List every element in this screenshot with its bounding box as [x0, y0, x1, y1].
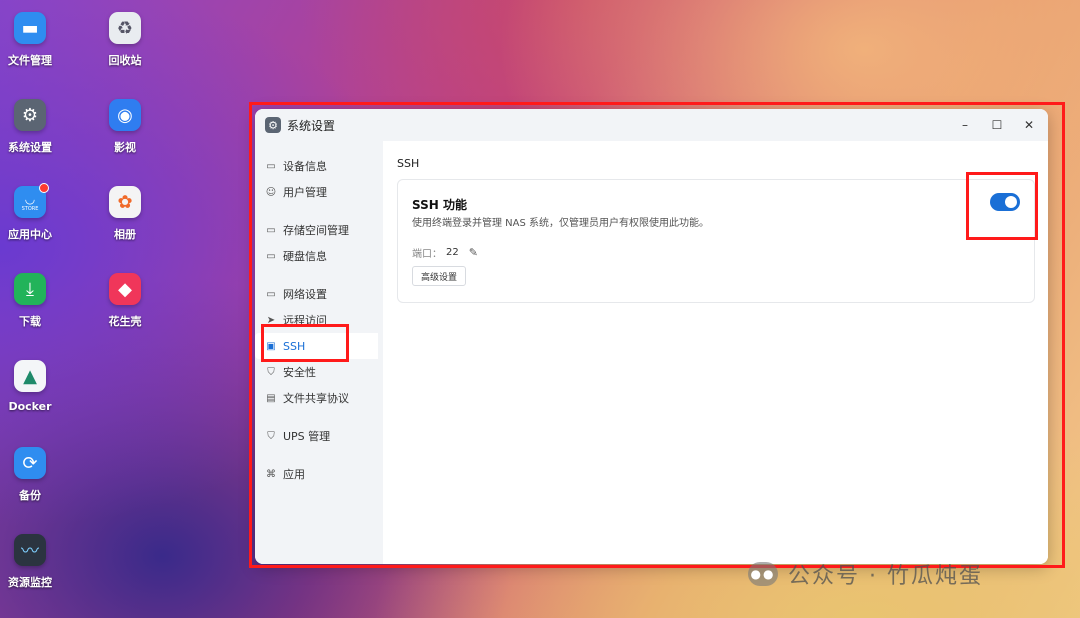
- notification-dot: [39, 183, 49, 193]
- desktop-icon-label: 相册: [114, 228, 136, 241]
- docker-icon: ▲: [14, 360, 46, 392]
- desktop-icon-label: 备份: [19, 489, 41, 502]
- wechat-icon: ●●: [748, 562, 778, 586]
- desktop-icon-label: 系统设置: [8, 141, 52, 154]
- desktop-icon-label: 文件管理: [8, 54, 52, 67]
- desktop-icon-label: 资源监控: [8, 576, 52, 589]
- desktop-icon-label: 下载: [19, 315, 41, 328]
- watermark: ●● 公众号 · 竹瓜炖蛋: [748, 558, 983, 590]
- desktop-icon-download[interactable]: ⤓ 下载: [0, 273, 65, 329]
- watermark-text: 公众号 · 竹瓜炖蛋: [788, 564, 983, 589]
- store-badge-text: STORE: [21, 206, 39, 212]
- desktop-icon-label: 影视: [114, 141, 136, 154]
- monitor-icon: 〰: [14, 534, 46, 566]
- desktop-icon-backup[interactable]: ⟳ 备份: [0, 447, 65, 503]
- desktop-icon-settings[interactable]: ⚙ 系统设置: [0, 99, 65, 155]
- video-icon: ◉: [109, 99, 141, 131]
- highlight-frame-window: [249, 102, 1065, 568]
- desktop-icon-label: 应用中心: [8, 228, 52, 241]
- gear-icon: ⚙: [14, 99, 46, 131]
- backup-icon: ⟳: [14, 447, 46, 479]
- store-icon: ◡ STORE: [14, 183, 49, 218]
- desktop-icon-file-manager[interactable]: ▬ 文件管理: [0, 12, 65, 68]
- desktop-icon-peanut-shell[interactable]: ◆ 花生壳: [90, 273, 160, 329]
- highlight-frame-ssh: [261, 324, 349, 362]
- desktop-icon-resource-monitor[interactable]: 〰 资源监控: [0, 534, 65, 590]
- desktop-icon-recycle-bin[interactable]: ♻ 回收站: [90, 12, 160, 68]
- highlight-frame-toggle: [966, 172, 1038, 240]
- desktop-icon-label: 回收站: [108, 54, 142, 67]
- desktop-icon-label: Docker: [8, 400, 52, 413]
- recycle-icon: ♻: [109, 12, 141, 44]
- desktop-icon-docker[interactable]: ▲ Docker: [0, 360, 65, 413]
- desktop-icon-photos[interactable]: ✿ 相册: [90, 186, 160, 242]
- folder-icon: ▬: [14, 12, 46, 44]
- download-icon: ⤓: [14, 273, 46, 305]
- desktop-icon-video[interactable]: ◉ 影视: [90, 99, 160, 155]
- desktop-icon-app-center[interactable]: ◡ STORE 应用中心: [0, 183, 65, 242]
- cube-icon: ◆: [109, 273, 141, 305]
- desktop-icon-label: 花生壳: [108, 315, 142, 328]
- photos-icon: ✿: [109, 186, 141, 218]
